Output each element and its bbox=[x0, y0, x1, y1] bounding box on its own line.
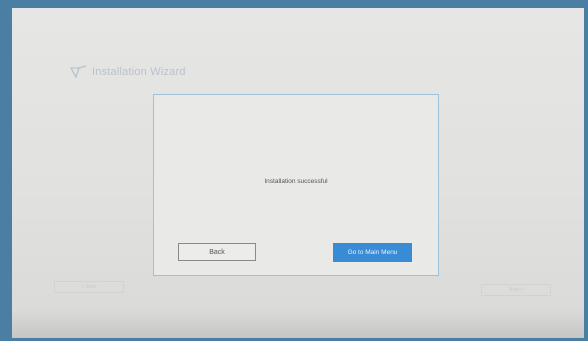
background-back-button[interactable]: < Back bbox=[54, 281, 124, 293]
background-next-button[interactable]: Next > bbox=[481, 284, 551, 296]
installation-result-dialog: Installation successful Back Go to Main … bbox=[153, 94, 439, 276]
wizard-logo-icon bbox=[69, 65, 88, 79]
installation-status-message: Installation successful bbox=[264, 178, 328, 185]
wizard-header: Installation Wizard bbox=[69, 65, 186, 79]
go-to-main-menu-button[interactable]: Go to Main Menu bbox=[333, 243, 412, 262]
wizard-screen: Installation Wizard Installation success… bbox=[12, 8, 584, 338]
wizard-title: Installation Wizard bbox=[92, 66, 186, 78]
back-button[interactable]: Back bbox=[178, 243, 256, 261]
